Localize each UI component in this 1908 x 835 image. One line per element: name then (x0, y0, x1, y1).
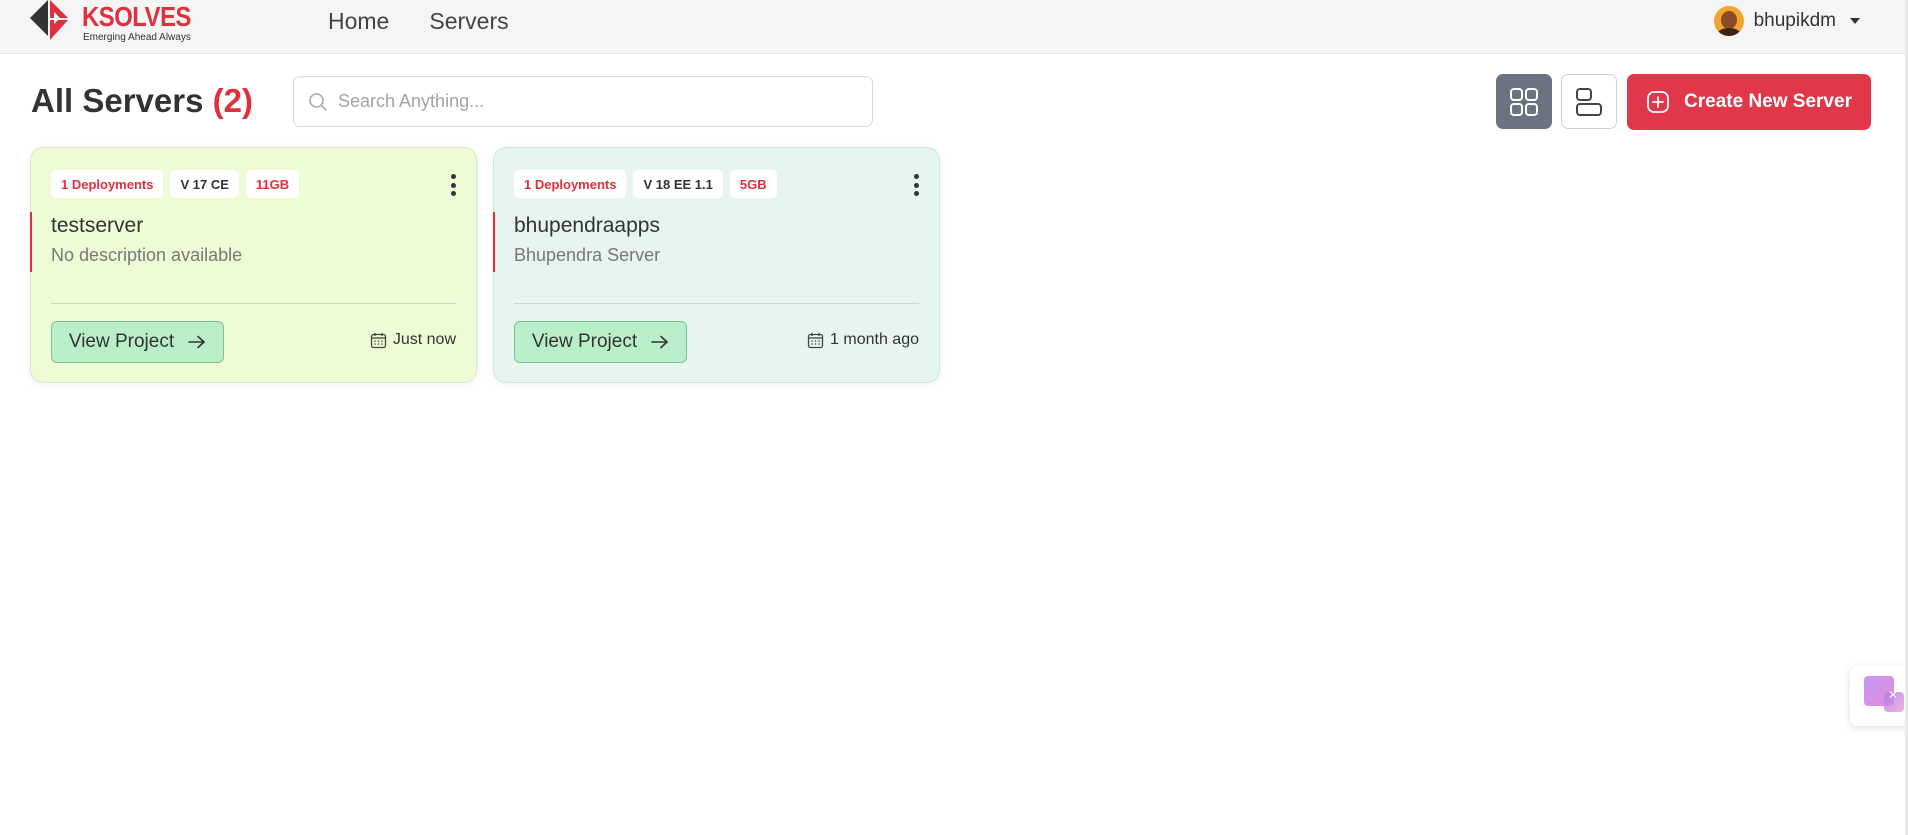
updated-date: 1 month ago (807, 331, 919, 349)
card-accent-bar (493, 212, 495, 272)
card-badges: 1 Deployments V 17 CE 11GB (51, 170, 300, 198)
user-menu[interactable]: bhupikdm (1713, 6, 1860, 36)
main-nav: Home Servers (328, 8, 509, 35)
size-badge: 11GB (245, 170, 300, 198)
server-card: 1 Deployments V 18 EE 1.1 5GB bhupendraa… (493, 147, 940, 383)
view-project-button[interactable]: View Project (51, 321, 224, 363)
create-new-server-label: Create New Server (1684, 91, 1852, 112)
size-badge: 5GB (729, 170, 777, 198)
grid-view-button[interactable] (1496, 74, 1552, 129)
search-icon (309, 92, 327, 111)
brand-name: KSOLVES (82, 1, 191, 32)
server-name: bhupendraapps (514, 214, 660, 237)
deployments-badge: 1 Deployments (51, 170, 164, 198)
arrow-right-icon (651, 335, 668, 349)
list-view-button[interactable] (1561, 74, 1617, 129)
updated-text: Just now (392, 331, 456, 348)
arrow-right-icon (188, 335, 205, 349)
create-new-server-button[interactable]: Create New Server (1627, 74, 1871, 130)
search-input[interactable] (338, 91, 858, 112)
page-title: All Servers (2) (31, 82, 253, 120)
calendar-icon (807, 332, 824, 348)
list-icon (1576, 87, 1602, 116)
card-divider (514, 303, 919, 304)
card-accent-bar (30, 212, 32, 272)
view-project-label: View Project (68, 331, 175, 352)
card-badges: 1 Deployments V 18 EE 1.1 5GB (514, 170, 777, 198)
nav-item-servers[interactable]: Servers (429, 8, 508, 35)
version-badge: V 17 CE (170, 170, 239, 198)
card-divider (51, 303, 456, 304)
grid-icon (1510, 87, 1538, 116)
view-project-label: View Project (531, 331, 638, 352)
server-description: No description available (51, 245, 243, 265)
close-icon[interactable]: ✕ (1888, 688, 1898, 702)
avatar (1713, 6, 1744, 36)
deployments-badge: 1 Deployments (514, 170, 627, 198)
calendar-icon (370, 332, 387, 348)
plus-square-icon (1647, 91, 1669, 113)
assistant-widget-button[interactable]: ✕ (1850, 666, 1908, 726)
brand-tagline: Emerging Ahead Always (83, 32, 191, 43)
updated-date: Just now (370, 331, 456, 349)
server-name: testserver (51, 214, 144, 237)
page-title-text: All Servers (31, 82, 204, 119)
more-options-icon[interactable] (911, 174, 921, 196)
updated-text: 1 month ago (830, 331, 919, 348)
user-name: bhupikdm (1753, 10, 1836, 31)
view-project-button[interactable]: View Project (514, 321, 687, 363)
nav-item-home[interactable]: Home (328, 8, 389, 35)
ksolves-logo-mark-icon (30, 0, 80, 44)
caret-down-icon (1850, 18, 1860, 24)
server-count: (2) (212, 82, 253, 119)
version-badge: V 18 EE 1.1 (633, 170, 723, 198)
top-navbar: KSOLVES Emerging Ahead Always Home Serve… (0, 0, 1908, 54)
server-description: Bhupendra Server (514, 245, 661, 265)
server-card: 1 Deployments V 17 CE 11GB testserver No… (30, 147, 477, 383)
search-box (293, 76, 873, 127)
more-options-icon[interactable] (448, 174, 458, 196)
ksolves-logo[interactable]: KSOLVES Emerging Ahead Always (30, 0, 210, 46)
